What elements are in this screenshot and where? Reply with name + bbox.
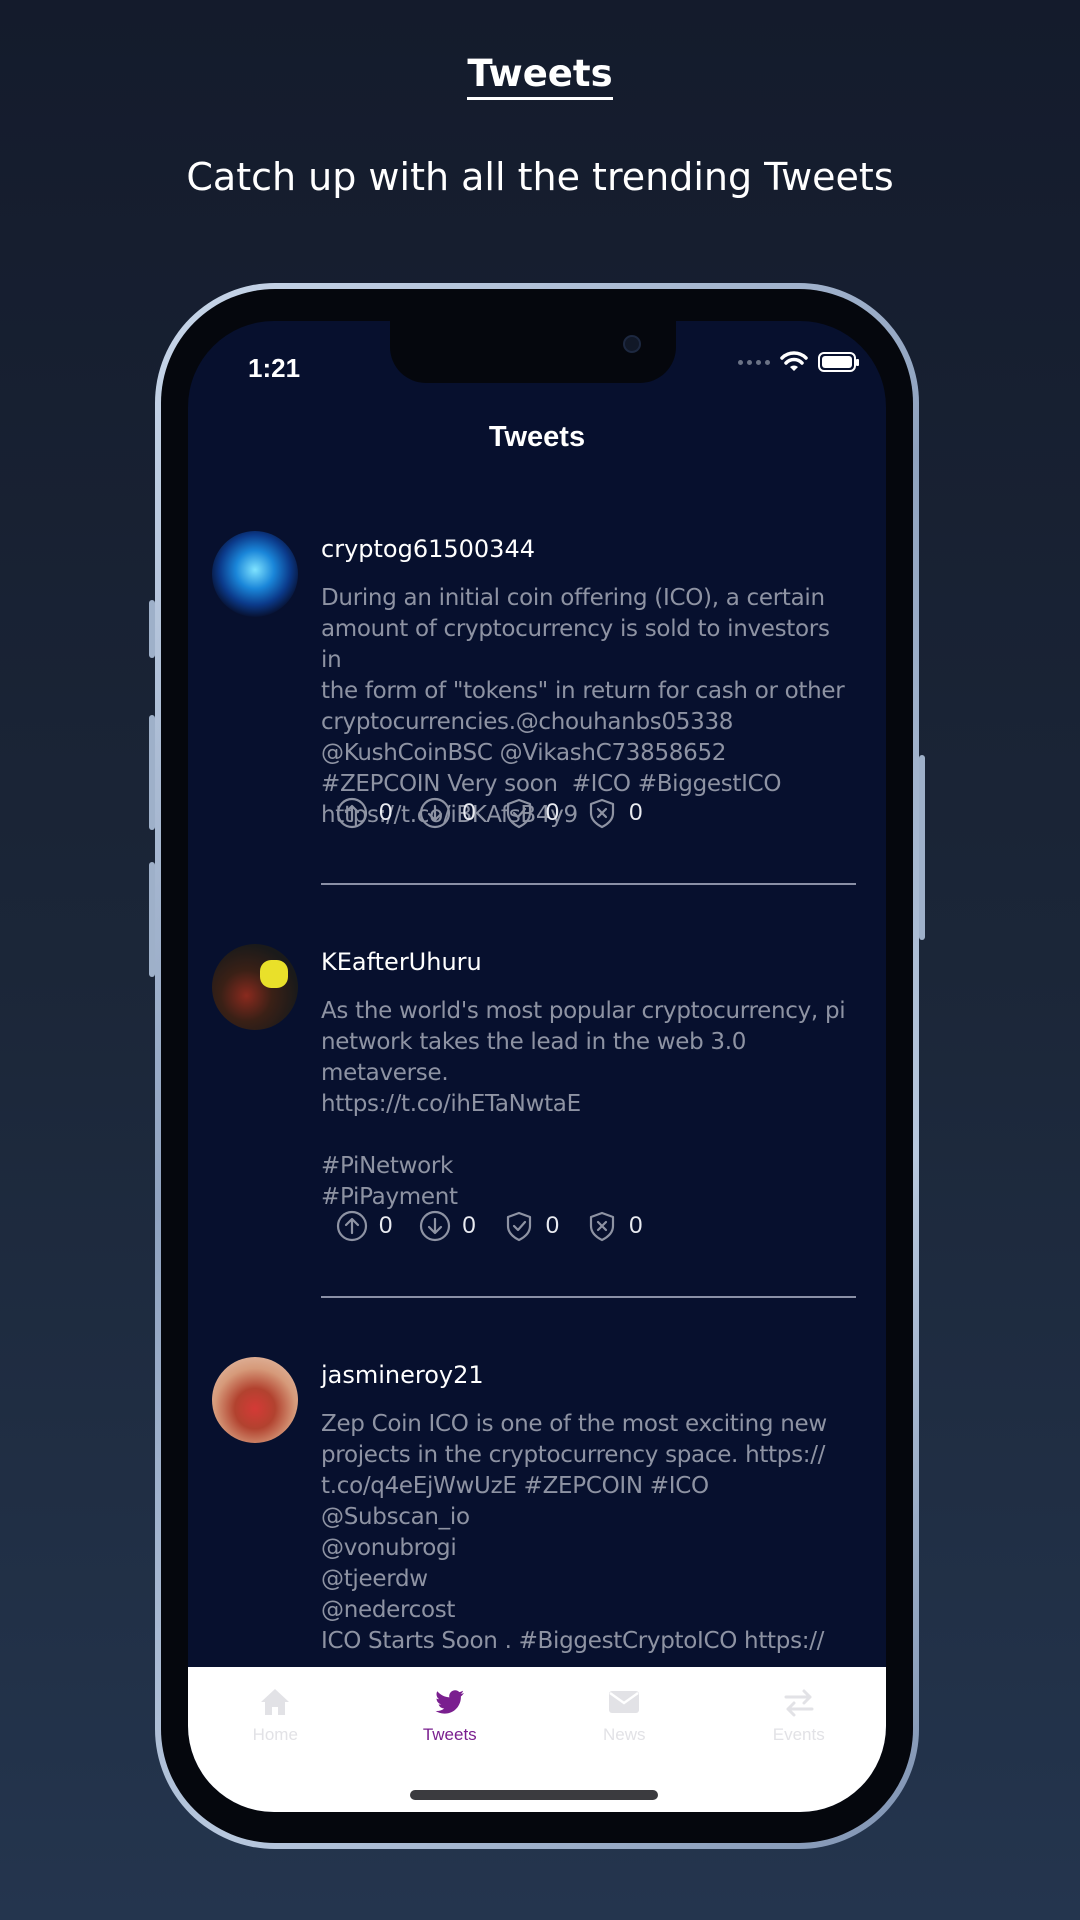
- twitter-bird-icon: [435, 1690, 464, 1714]
- downvote-button[interactable]: 0: [418, 796, 476, 830]
- verify-count: 0: [545, 799, 560, 826]
- tab-label: Events: [772, 1725, 825, 1744]
- arrow-up-circle-icon: [336, 1210, 368, 1242]
- phone-frame: 1:21 Tweets cryptog61500344 During an in…: [155, 283, 919, 1849]
- verify-count: 0: [545, 1212, 560, 1239]
- upvote-button[interactable]: 0: [335, 1209, 392, 1243]
- phone-bezel: 1:21 Tweets cryptog61500344 During an in…: [161, 289, 913, 1843]
- camera-icon: [623, 335, 641, 353]
- notch: [390, 321, 676, 383]
- divider: [321, 883, 856, 885]
- tweet-text: Zep Coin ICO is one of the most exciting…: [321, 1411, 827, 1654]
- flag-button[interactable]: 0: [585, 796, 642, 830]
- tab-label: News: [602, 1725, 646, 1744]
- phone-power-button: [919, 755, 925, 940]
- upvote-button[interactable]: 0: [335, 796, 392, 830]
- downvote-count: 0: [462, 1212, 476, 1239]
- flag-button[interactable]: 0: [585, 1209, 642, 1243]
- shield-x-icon: [589, 798, 615, 829]
- tweet-text: During an initial coin offering (ICO), a…: [321, 585, 845, 828]
- tweet-username[interactable]: jasmineroy21: [321, 1361, 856, 1389]
- upvote-count: 0: [379, 1212, 393, 1239]
- tweet-username[interactable]: cryptog61500344: [321, 535, 856, 563]
- home-icon: [261, 1689, 290, 1715]
- tweet-text: As the world's most popular cryptocurren…: [321, 998, 846, 1210]
- promo-subtitle: Catch up with all the trending Tweets: [186, 155, 894, 199]
- downvote-count: 0: [462, 799, 476, 826]
- arrow-up-circle-icon: [336, 797, 368, 829]
- shield-check-icon: [506, 1211, 531, 1242]
- flag-count: 0: [629, 799, 643, 826]
- arrow-down-circle-icon: [420, 1210, 451, 1242]
- divider: [321, 1296, 856, 1298]
- tweet-actions: 0 0 0 0: [335, 796, 642, 830]
- tab-home[interactable]: Home: [188, 1667, 363, 1812]
- phone-screen: 1:21 Tweets cryptog61500344 During an in…: [188, 321, 886, 1812]
- swap-arrows-icon: [784, 1689, 814, 1717]
- app-title: Tweets: [488, 421, 586, 453]
- upvote-count: 0: [379, 799, 393, 826]
- promo-title: Tweets: [0, 52, 1080, 100]
- tab-label: Home: [252, 1725, 298, 1744]
- shield-check-icon: [506, 798, 531, 829]
- shield-x-icon: [589, 1211, 615, 1242]
- status-icons: [738, 351, 859, 373]
- status-time: 1:21: [248, 353, 301, 383]
- verify-button[interactable]: 0: [502, 1209, 559, 1243]
- tab-label: Tweets: [422, 1725, 477, 1744]
- tweet-actions: 0 0 0 0: [335, 1209, 642, 1243]
- avatar[interactable]: [212, 1357, 298, 1443]
- arrow-down-circle-icon: [420, 797, 451, 829]
- flag-count: 0: [629, 1212, 643, 1239]
- avatar[interactable]: [212, 531, 298, 617]
- avatar[interactable]: [212, 944, 298, 1030]
- home-indicator[interactable]: [410, 1790, 658, 1800]
- wifi-icon: [780, 351, 808, 371]
- signal-icon: [738, 359, 770, 365]
- mail-icon: [609, 1691, 640, 1713]
- verify-button[interactable]: 0: [502, 796, 559, 830]
- tweet-username[interactable]: KEafterUhuru: [321, 948, 856, 976]
- tab-events[interactable]: Events: [712, 1667, 887, 1812]
- battery-icon: [818, 352, 859, 372]
- downvote-button[interactable]: 0: [418, 1209, 476, 1243]
